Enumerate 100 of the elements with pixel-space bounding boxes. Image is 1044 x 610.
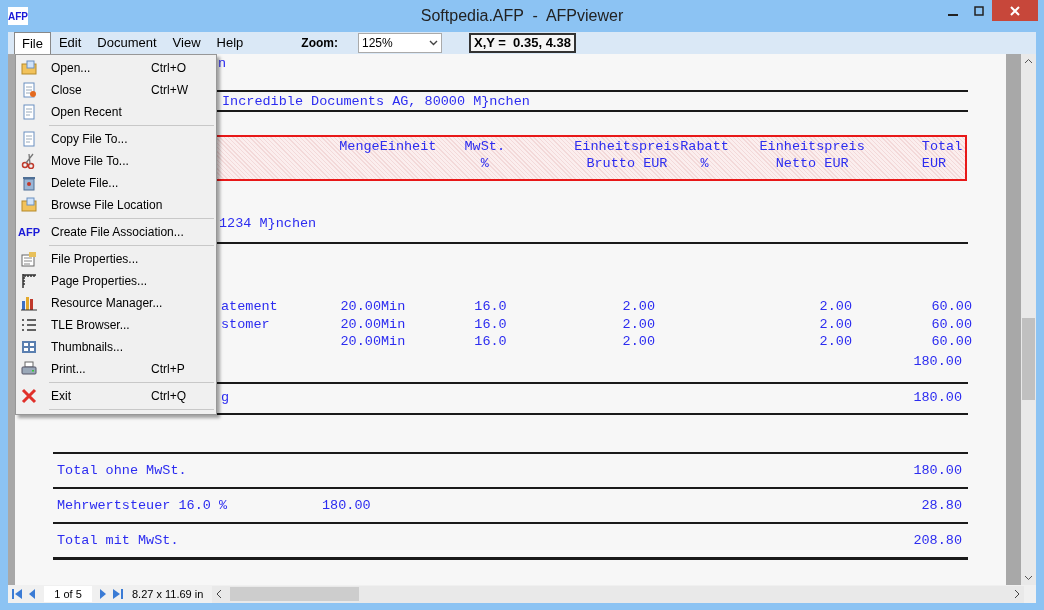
sum-label: g: [221, 388, 230, 406]
chevron-down-icon: [428, 40, 438, 46]
table-cell-text: 2.00: [818, 333, 853, 351]
sum-value: 180.00: [913, 388, 962, 406]
table-cell-text: 60.00: [930, 315, 972, 333]
zoom-label: Zoom:: [301, 35, 338, 52]
list-icon: [21, 317, 37, 333]
chevron-right-icon: [1012, 589, 1021, 599]
column-header: Netto EUR: [774, 155, 850, 172]
printer-icon: [21, 361, 37, 377]
menu-item[interactable]: Print... Ctrl+P: [16, 358, 216, 380]
previous-page-icon[interactable]: [27, 588, 36, 600]
scissors-icon: [21, 153, 37, 169]
app-logo: AFP: [8, 7, 28, 25]
total-value: 28.80: [921, 496, 962, 514]
menu-item[interactable]: Edit: [50, 32, 90, 54]
total-base: 180.00: [322, 496, 371, 514]
page-size: 8.27 x 11.69 in: [132, 586, 205, 602]
first-page-icon[interactable]: [11, 588, 23, 600]
horizontal-scrollbar[interactable]: [212, 585, 1024, 603]
table-cell-text: 20.00: [339, 333, 381, 351]
maximize-icon: [974, 5, 984, 16]
table-cell-text: 16.0: [473, 315, 508, 333]
table-cell-text: atement: [221, 298, 279, 316]
column-header: Menge: [338, 138, 380, 155]
column-header: MwSt.: [463, 138, 507, 155]
column-header: Einheitspreis: [759, 138, 865, 155]
table-cell-text: 2.00: [818, 298, 853, 316]
menu-item[interactable]: File Properties...: [16, 248, 216, 270]
table-cell-text: Min: [381, 315, 407, 333]
menu-item[interactable]: Help: [208, 32, 252, 54]
coordinates-display: X,Y = 0.35, 4.38: [468, 33, 576, 53]
zoom-dropdown[interactable]: 125%: [357, 33, 442, 53]
document-icon: [21, 82, 37, 98]
recipient-address: 1234 M}nchen: [219, 215, 318, 232]
folder-icon: [21, 60, 37, 76]
menu-item[interactable]: Document: [89, 32, 165, 54]
menu-item[interactable]: File: [14, 32, 51, 54]
close-icon: [1010, 5, 1020, 16]
table-cell-text: stomer: [221, 315, 271, 333]
column-header: Rabatt: [679, 138, 730, 155]
vertical-scrollbar[interactable]: [1021, 54, 1036, 585]
close-icon: [21, 388, 37, 404]
column-header: Total: [921, 138, 964, 155]
scrollbar-thumb[interactable]: [230, 587, 359, 601]
menu-item[interactable]: Close Ctrl+W: [16, 79, 216, 101]
last-page-icon[interactable]: [112, 588, 124, 600]
close-button[interactable]: [992, 0, 1038, 21]
column-header: %: [479, 155, 490, 172]
properties-icon: [21, 251, 37, 267]
subtotal-value: 180.00: [913, 352, 962, 370]
total-label: Total mit MwSt.: [57, 531, 180, 549]
menu-item[interactable]: AFP Create File Association...: [16, 221, 216, 243]
minimize-icon: [948, 13, 958, 16]
table-cell-text: 2.00: [621, 333, 656, 351]
table-cell-text: 2.00: [818, 315, 853, 333]
column-header: %: [699, 155, 710, 172]
next-page-icon[interactable]: [99, 588, 108, 600]
window-title: Softpedia.AFP - AFPviewer: [420, 6, 624, 26]
menu-item[interactable]: Page Properties...: [16, 270, 216, 292]
table-cell-text: Min: [381, 298, 407, 316]
menu-item[interactable]: TLE Browser...: [16, 314, 216, 336]
ruler-icon: [21, 273, 37, 289]
table-cell-text: 60.00: [930, 333, 972, 351]
table-cell-text: 20.00: [339, 315, 381, 333]
total-value: 208.80: [913, 531, 962, 549]
folder-icon: [21, 197, 37, 213]
scrollbar-thumb[interactable]: [1022, 318, 1035, 400]
table-cell-text: 2.00: [621, 315, 656, 333]
menu-item[interactable]: Delete File...: [16, 172, 216, 194]
table-cell-text: 20.00: [339, 298, 381, 316]
column-header: Einheitspreis: [574, 138, 680, 155]
page-field[interactable]: 1 of 5: [44, 586, 92, 602]
menu-item[interactable]: Move File To...: [16, 150, 216, 172]
total-value: 180.00: [913, 461, 962, 479]
table-cell-text: 2.00: [621, 298, 656, 316]
menu-item[interactable]: Open... Ctrl+O: [16, 57, 216, 79]
logo-icon: AFP: [18, 226, 40, 238]
table-cell-text: 16.0: [473, 333, 508, 351]
menu-item[interactable]: Browse File Location: [16, 194, 216, 216]
column-header: EUR: [921, 155, 948, 172]
bar-chart-icon: [21, 295, 37, 311]
grid-icon: [21, 339, 37, 355]
menu-item[interactable]: Thumbnails...: [16, 336, 216, 358]
table-cell-text: 60.00: [930, 298, 972, 316]
menu-item[interactable]: Open Recent: [16, 101, 216, 123]
chevron-left-icon: [215, 589, 224, 599]
total-label: Total ohne MwSt.: [57, 461, 188, 479]
sender-address: Incredible Documents AG, 80000 M}nchen: [222, 93, 531, 110]
trash-icon: [21, 175, 37, 191]
menu-item[interactable]: Copy File To...: [16, 128, 216, 150]
menu-item[interactable]: View: [164, 32, 209, 54]
column-header: Einheit: [379, 138, 438, 155]
column-header: Brutto EUR: [585, 155, 669, 172]
table-cell-text: Min: [381, 333, 407, 351]
menu-item[interactable]: Exit Ctrl+Q: [16, 385, 216, 407]
table-cell-text: 16.0: [473, 298, 508, 316]
total-label: Mehrwertsteuer 16.0 %: [57, 496, 229, 514]
menu-item[interactable]: Resource Manager...: [16, 292, 216, 314]
document-text: n: [218, 55, 228, 72]
